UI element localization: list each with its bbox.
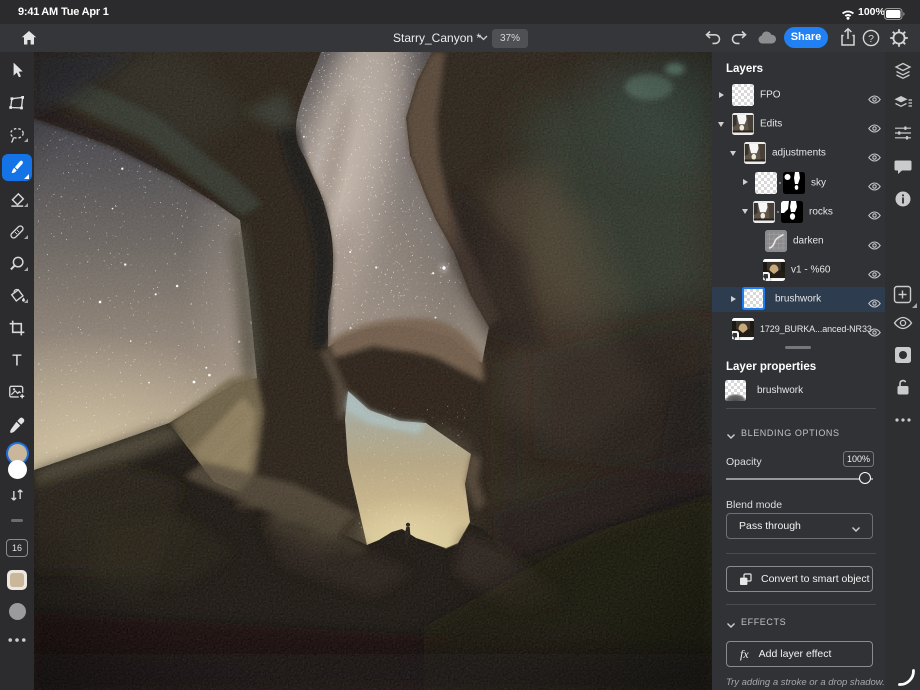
svg-text:?: ? <box>868 33 874 45</box>
svg-text:T: T <box>12 353 22 369</box>
